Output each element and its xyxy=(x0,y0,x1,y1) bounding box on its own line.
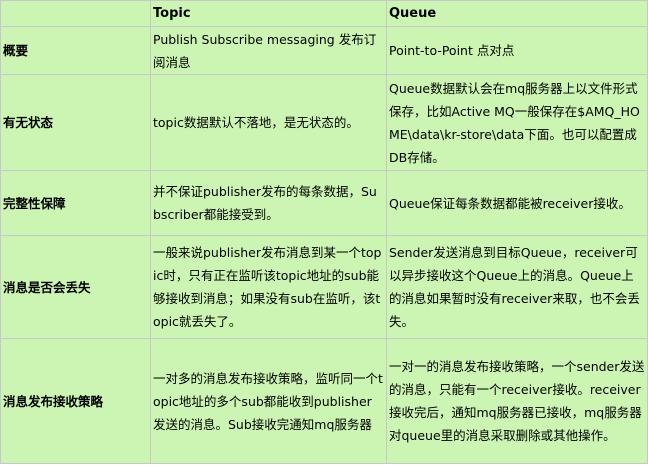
table-row: 完整性保障 并不保证publisher发布的每条数据，Subscriber都能接… xyxy=(0,170,648,236)
table-row: 消息发布接收策略 一对多的消息发布接收策略，监听同一个topic地址的多个sub… xyxy=(0,338,648,464)
queue-cell: Point-to-Point 点对点 xyxy=(386,26,648,75)
table-header-row: Topic Queue xyxy=(0,0,648,27)
row-label: 概要 xyxy=(0,26,151,75)
topic-cell: 并不保证publisher发布的每条数据，Subscriber都能接受到。 xyxy=(150,170,387,236)
topic-cell: 一般来说publisher发布消息到某一个topic时，只有正在监听该topic… xyxy=(150,235,387,339)
row-label: 有无状态 xyxy=(0,74,151,171)
queue-cell: 一对一的消息发布接收策略，一个sender发送的消息，只能有一个receiver… xyxy=(386,338,648,464)
topic-cell: Publish Subscribe messaging 发布订阅消息 xyxy=(150,26,387,75)
header-cell-empty xyxy=(0,0,151,27)
table-row: 有无状态 topic数据默认不落地，是无状态的。 Queue数据默认会在mq服务… xyxy=(0,74,648,171)
table-row: 消息是否会丢失 一般来说publisher发布消息到某一个topic时，只有正在… xyxy=(0,235,648,339)
queue-cell: Queue保证每条数据都能被receiver接收。 xyxy=(386,170,648,236)
header-cell-topic: Topic xyxy=(150,0,387,27)
topic-cell: 一对多的消息发布接收策略，监听同一个topic地址的多个sub都能收到publi… xyxy=(150,338,387,464)
topic-cell: topic数据默认不落地，是无状态的。 xyxy=(150,74,387,171)
row-label: 完整性保障 xyxy=(0,170,151,236)
table-row: 概要 Publish Subscribe messaging 发布订阅消息 Po… xyxy=(0,26,648,75)
header-cell-queue: Queue xyxy=(386,0,648,27)
queue-cell: Sender发送消息到目标Queue，receiver可以异步接收这个Queue… xyxy=(386,235,648,339)
row-label: 消息是否会丢失 xyxy=(0,235,151,339)
comparison-table: Topic Queue 概要 Publish Subscribe messagi… xyxy=(0,0,648,464)
queue-cell: Queue数据默认会在mq服务器上以文件形式保存，比如Active MQ一般保存… xyxy=(386,74,648,171)
row-label: 消息发布接收策略 xyxy=(0,338,151,464)
